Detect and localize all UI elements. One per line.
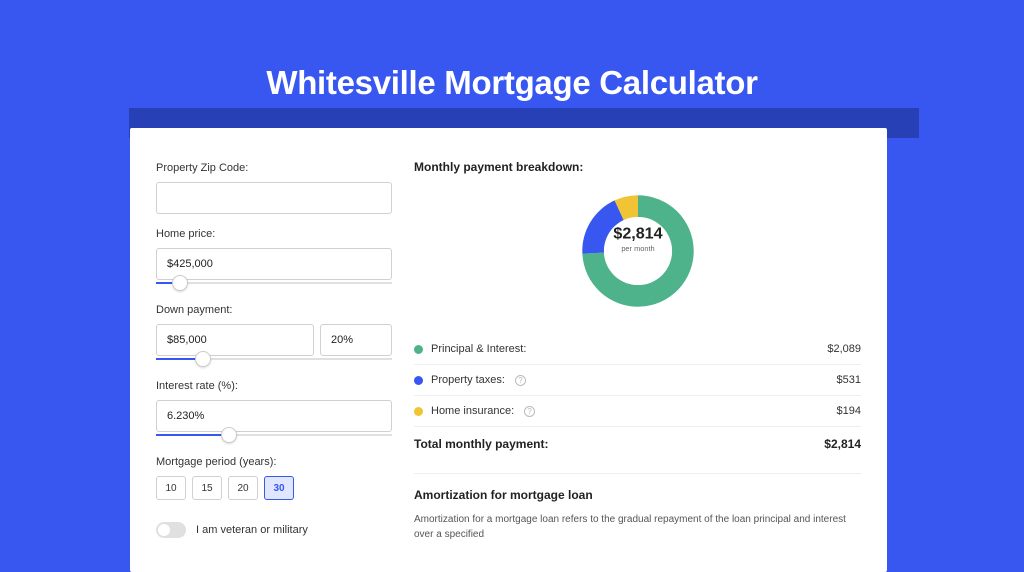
donut-amount: $2,814 bbox=[597, 226, 677, 245]
interest-rate-input[interactable] bbox=[156, 400, 392, 432]
period-button-30[interactable]: 30 bbox=[264, 476, 294, 500]
veteran-toggle[interactable] bbox=[156, 522, 186, 538]
down-payment-label: Down payment: bbox=[156, 304, 392, 316]
legend-label: Property taxes: bbox=[431, 374, 505, 386]
donut-svg: $2,814 per month bbox=[573, 186, 703, 316]
total-label: Total monthly payment: bbox=[414, 437, 548, 451]
amortization-text: Amortization for a mortgage loan refers … bbox=[414, 512, 861, 542]
input-column: Property Zip Code: Home price: Down paym… bbox=[156, 152, 392, 542]
period-button-row: 10152030 bbox=[156, 476, 392, 500]
legend-value: $194 bbox=[837, 405, 861, 417]
legend-label: Principal & Interest: bbox=[431, 343, 526, 355]
veteran-row: I am veteran or military bbox=[156, 522, 392, 538]
legend-value: $531 bbox=[837, 374, 861, 386]
mortgage-period-label: Mortgage period (years): bbox=[156, 456, 392, 468]
down-payment-slider[interactable] bbox=[156, 354, 392, 366]
period-button-15[interactable]: 15 bbox=[192, 476, 222, 500]
info-icon[interactable]: ? bbox=[524, 406, 535, 417]
amortization-title: Amortization for mortgage loan bbox=[414, 473, 861, 502]
period-button-20[interactable]: 20 bbox=[228, 476, 258, 500]
legend-row: Principal & Interest: $2,089 bbox=[414, 334, 861, 365]
home-price-input[interactable] bbox=[156, 248, 392, 280]
breakdown-column: Monthly payment breakdown: $2,814 per mo… bbox=[414, 152, 861, 542]
legend-label: Home insurance: bbox=[431, 405, 514, 417]
down-payment-pct-input[interactable] bbox=[320, 324, 392, 356]
donut-sub: per month bbox=[597, 245, 677, 254]
interest-rate-slider[interactable] bbox=[156, 430, 392, 442]
calculator-card: Property Zip Code: Home price: Down paym… bbox=[130, 128, 887, 572]
legend-dot-icon bbox=[414, 376, 423, 385]
interest-rate-label: Interest rate (%): bbox=[156, 380, 392, 392]
legend-row: Home insurance:? $194 bbox=[414, 396, 861, 427]
veteran-label: I am veteran or military bbox=[196, 524, 308, 536]
zip-input[interactable] bbox=[156, 182, 392, 214]
period-button-10[interactable]: 10 bbox=[156, 476, 186, 500]
total-row: Total monthly payment: $2,814 bbox=[414, 427, 861, 465]
home-price-label: Home price: bbox=[156, 228, 392, 240]
legend-dot-icon bbox=[414, 345, 423, 354]
legend-dot-icon bbox=[414, 407, 423, 416]
legend-row: Property taxes:? $531 bbox=[414, 365, 861, 396]
info-icon[interactable]: ? bbox=[515, 375, 526, 386]
total-value: $2,814 bbox=[824, 437, 861, 451]
legend-value: $2,089 bbox=[827, 343, 861, 355]
donut-chart: $2,814 per month bbox=[414, 186, 861, 316]
breakdown-title: Monthly payment breakdown: bbox=[414, 160, 861, 174]
zip-label: Property Zip Code: bbox=[156, 162, 392, 174]
down-payment-input[interactable] bbox=[156, 324, 314, 356]
home-price-slider[interactable] bbox=[156, 278, 392, 290]
